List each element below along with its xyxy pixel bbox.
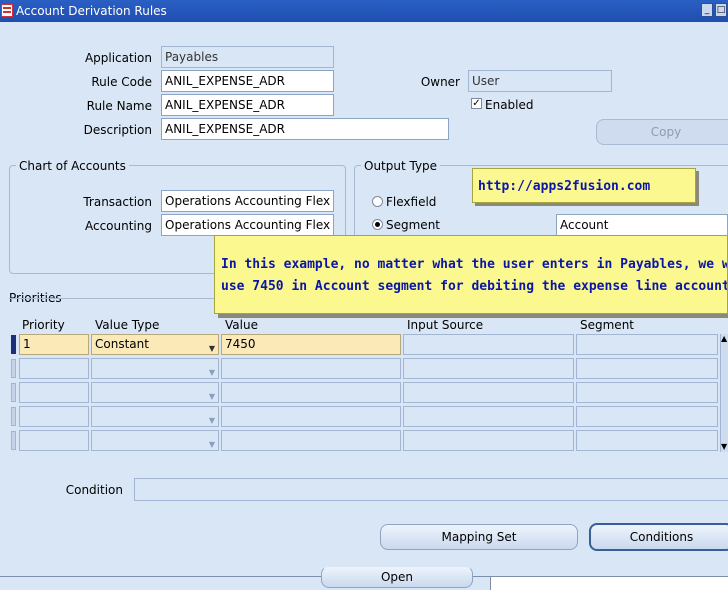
segment-cell[interactable] bbox=[576, 406, 718, 427]
rule-name-label: Rule Name bbox=[86, 99, 152, 113]
window-title: Account Derivation Rules bbox=[16, 4, 167, 18]
dropdown-arrow-icon[interactable]: ▼ bbox=[209, 387, 215, 402]
dropdown-arrow-icon[interactable]: ▼ bbox=[209, 435, 215, 450]
value-cell[interactable]: 7450 bbox=[221, 334, 401, 355]
conditions-button[interactable]: Conditions bbox=[589, 523, 728, 551]
dropdown-arrow-icon[interactable]: ▼ bbox=[209, 411, 215, 426]
col-segment: Segment bbox=[580, 318, 634, 332]
flexfield-radio[interactable] bbox=[372, 196, 383, 207]
accounting-label: Accounting bbox=[84, 219, 152, 233]
application-field[interactable]: Payables bbox=[161, 46, 334, 68]
window-title-bar: Account Derivation Rules bbox=[0, 0, 728, 22]
owner-label: Owner bbox=[420, 75, 460, 89]
scroll-down-icon[interactable]: ▼ bbox=[721, 442, 727, 452]
segment-cell[interactable] bbox=[576, 358, 718, 379]
priority-cell[interactable] bbox=[19, 406, 89, 427]
priority-cell[interactable] bbox=[19, 382, 89, 403]
condition-field[interactable] bbox=[134, 478, 728, 501]
transaction-label: Transaction bbox=[83, 195, 152, 209]
mapping-set-button[interactable]: Mapping Set bbox=[380, 524, 578, 550]
row-indicator[interactable] bbox=[11, 431, 16, 450]
value-type-text: Constant bbox=[95, 337, 149, 351]
description-label: Description bbox=[83, 123, 152, 137]
value-type-cell[interactable]: Constant ▼ bbox=[91, 334, 219, 355]
col-value: Value bbox=[225, 318, 258, 332]
segment-value-field[interactable]: Account bbox=[556, 214, 728, 236]
priority-cell[interactable] bbox=[19, 430, 89, 451]
application-label: Application bbox=[84, 51, 152, 65]
row-indicator[interactable] bbox=[11, 407, 16, 426]
value-cell[interactable] bbox=[221, 406, 401, 427]
value-cell[interactable] bbox=[221, 382, 401, 403]
example-note: In this example, no matter what the user… bbox=[214, 235, 728, 314]
note-shadow bbox=[218, 314, 728, 318]
maximize-icon[interactable]: □ bbox=[715, 3, 727, 17]
owner-field[interactable]: User bbox=[468, 70, 612, 92]
current-row-indicator[interactable] bbox=[11, 335, 16, 354]
col-input-source: Input Source bbox=[407, 318, 484, 332]
input-source-cell[interactable] bbox=[403, 382, 574, 403]
description-field[interactable]: ANIL_EXPENSE_ADR bbox=[161, 118, 449, 140]
col-value-type: Value Type bbox=[95, 318, 160, 332]
segment-cell[interactable] bbox=[576, 382, 718, 403]
transaction-field[interactable]: Operations Accounting Flex bbox=[161, 190, 334, 212]
dropdown-arrow-icon[interactable]: ▼ bbox=[209, 339, 215, 354]
scroll-up-icon[interactable]: ▲ bbox=[721, 334, 727, 344]
segment-radio[interactable] bbox=[372, 219, 383, 230]
col-priority: Priority bbox=[22, 318, 65, 332]
dropdown-arrow-icon[interactable]: ▼ bbox=[209, 363, 215, 378]
accounting-field[interactable]: Operations Accounting Flex bbox=[161, 214, 334, 236]
input-source-cell[interactable] bbox=[403, 334, 574, 355]
url-note: http://apps2fusion.com bbox=[472, 168, 696, 203]
enabled-label: Enabled bbox=[485, 98, 534, 112]
background-window-panel bbox=[490, 577, 728, 590]
example-note-line1: In this example, no matter what the user… bbox=[221, 257, 728, 272]
value-cell[interactable] bbox=[221, 358, 401, 379]
chart-of-accounts-title: Chart of Accounts bbox=[16, 159, 129, 173]
value-cell[interactable] bbox=[221, 430, 401, 451]
value-type-cell[interactable]: ▼ bbox=[91, 358, 219, 379]
flexfield-label: Flexfield bbox=[386, 195, 437, 209]
vertical-scrollbar[interactable]: ▲ ▼ bbox=[720, 334, 728, 452]
example-note-line2: use 7450 in Account segment for debiting… bbox=[221, 279, 728, 294]
copy-button[interactable]: Copy bbox=[596, 119, 728, 145]
segment-label: Segment bbox=[386, 218, 440, 232]
row-indicator[interactable] bbox=[11, 383, 16, 402]
value-type-cell[interactable]: ▼ bbox=[91, 430, 219, 451]
input-source-cell[interactable] bbox=[403, 430, 574, 451]
rule-name-field[interactable]: ANIL_EXPENSE_ADR bbox=[161, 94, 334, 116]
rule-code-field[interactable]: ANIL_EXPENSE_ADR bbox=[161, 70, 334, 92]
enabled-checkbox[interactable]: ✓ bbox=[471, 98, 482, 109]
rule-code-label: Rule Code bbox=[91, 75, 152, 89]
input-source-cell[interactable] bbox=[403, 406, 574, 427]
output-type-title: Output Type bbox=[361, 159, 441, 173]
minimize-icon[interactable]: _ bbox=[701, 3, 713, 17]
condition-label: Condition bbox=[65, 483, 123, 497]
form-icon bbox=[1, 4, 13, 17]
open-button[interactable]: Open bbox=[321, 566, 473, 588]
value-type-cell[interactable]: ▼ bbox=[91, 406, 219, 427]
row-indicator[interactable] bbox=[11, 359, 16, 378]
segment-cell[interactable] bbox=[576, 430, 718, 451]
segment-cell[interactable] bbox=[576, 334, 718, 355]
input-source-cell[interactable] bbox=[403, 358, 574, 379]
priority-cell[interactable] bbox=[19, 358, 89, 379]
value-type-cell[interactable]: ▼ bbox=[91, 382, 219, 403]
priority-cell[interactable]: 1 bbox=[19, 334, 89, 355]
